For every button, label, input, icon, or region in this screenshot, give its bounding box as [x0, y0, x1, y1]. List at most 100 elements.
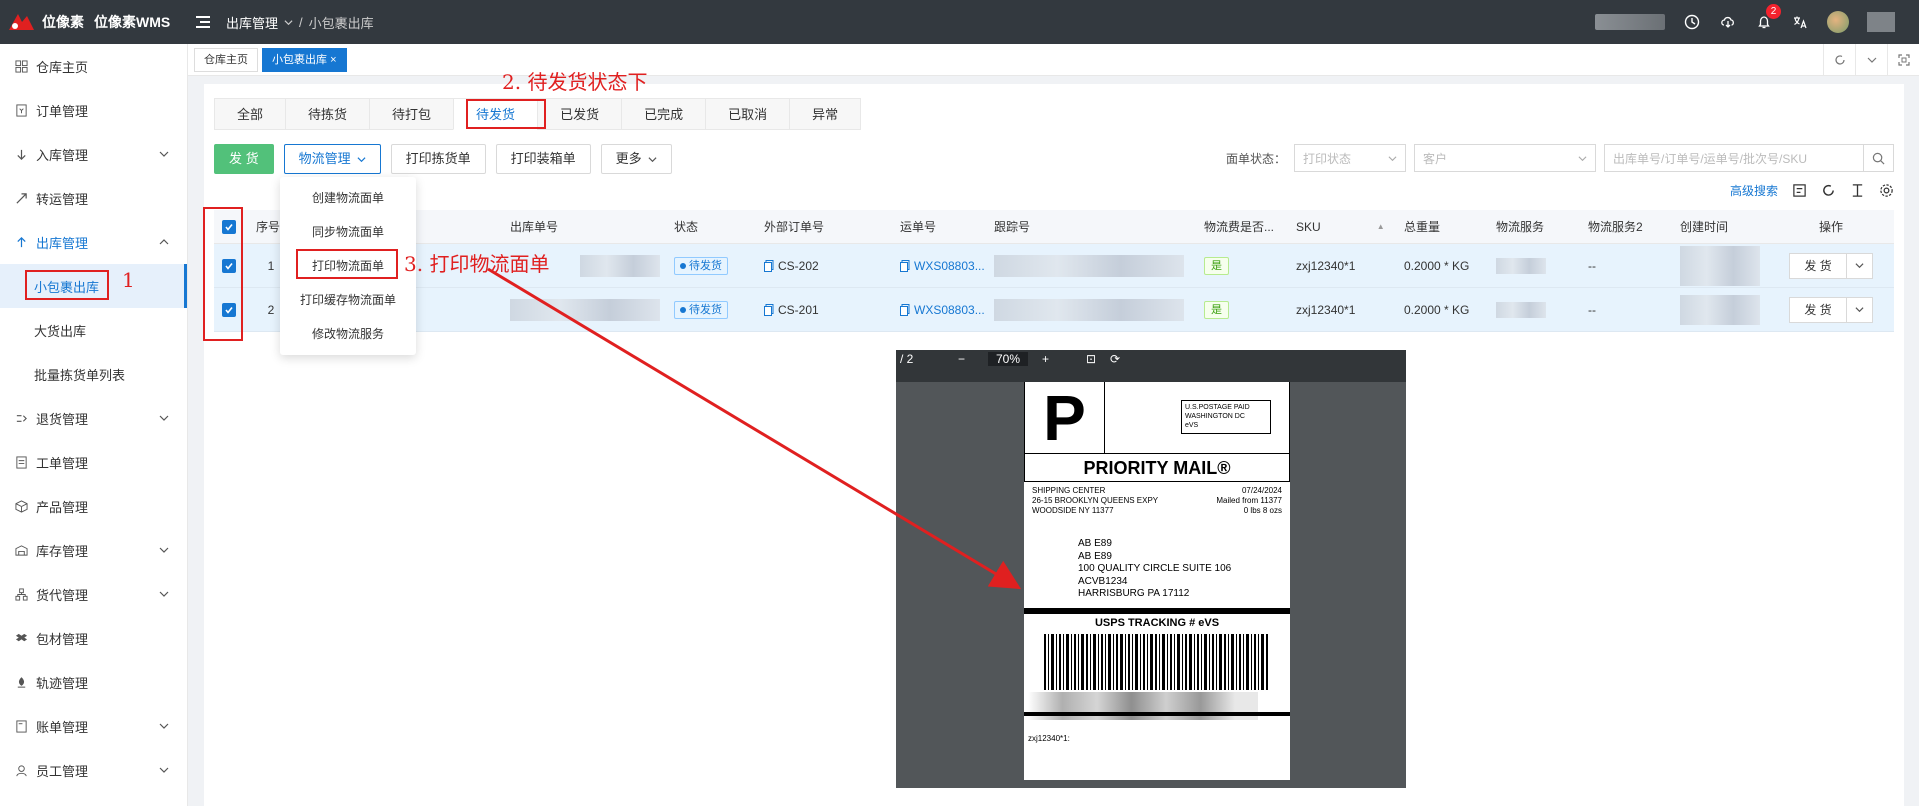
row-ship-button[interactable]: 发 货 [1789, 296, 1847, 323]
row-external-no-text: CS-201 [778, 302, 819, 317]
sidebar-item-transfer[interactable]: 转运管理 [0, 176, 187, 220]
rotate-icon[interactable]: ⟳ [1110, 352, 1120, 366]
sidebar-item-inventory[interactable]: 库存管理 [0, 528, 187, 572]
row-outbound-no[interactable] [502, 288, 666, 331]
print-packing-list-button[interactable]: 打印装箱单 [495, 144, 591, 174]
sidebar-item-products[interactable]: 产品管理 [0, 484, 187, 528]
sidebar-item-packaging[interactable]: 包材管理 [0, 616, 187, 660]
row-external-no: CS-202 [756, 244, 892, 287]
sidebar-item-outbound[interactable]: 出库管理 [0, 220, 187, 264]
logo[interactable]: 位像素 位像素WMS [0, 10, 190, 34]
advanced-search-link[interactable]: 高级搜索 [1730, 182, 1778, 199]
tab-to-pack[interactable]: 待打包 [369, 98, 454, 130]
zoom-out-icon[interactable]: − [958, 352, 965, 366]
fullscreen-icon[interactable] [1887, 44, 1919, 76]
status-badge: 待发货 [674, 300, 728, 319]
sidebar-item-returns[interactable]: 退货管理 [0, 396, 187, 440]
table-row[interactable]: 2 待发货 CS-201 WXS08803... 是 zxj12340*1 0.… [214, 288, 1894, 332]
user-name[interactable] [1867, 12, 1895, 32]
breadcrumb: 出库管理 / 小包裹出库 [226, 13, 374, 32]
chevron-down-icon [159, 591, 169, 597]
menu-item-modify-service[interactable]: 修改物流服务 [280, 317, 416, 351]
sidebar-item-bills[interactable]: 账单管理 [0, 704, 187, 748]
sidebar-item-tickets[interactable]: 工单管理 [0, 440, 187, 484]
search-input[interactable]: 出库单号/订单号/运单号/批次号/SKU [1604, 144, 1894, 172]
label-to-line: HARRISBURG PA 17112 [1078, 588, 1190, 599]
row-tracking[interactable] [986, 288, 1196, 331]
sidebar-item-batch-pick-list[interactable]: 批量拣货单列表 [0, 352, 187, 396]
bell-icon[interactable]: 2 [1755, 4, 1781, 31]
close-icon[interactable]: × [330, 54, 336, 66]
sidebar-item-bulk-outbound[interactable]: 大货出库 [0, 308, 187, 352]
gear-icon[interactable] [1879, 183, 1894, 198]
chevron-down-icon [159, 151, 169, 157]
row-tracking[interactable] [986, 244, 1196, 287]
menu-collapse-icon[interactable] [196, 15, 214, 29]
select-placeholder: 打印状态 [1303, 151, 1352, 166]
translate-icon[interactable] [1791, 13, 1809, 31]
annotation-box-checkboxes [203, 207, 243, 341]
tab-exception[interactable]: 异常 [789, 98, 862, 130]
more-button[interactable]: 更多 [600, 144, 672, 174]
tab-all[interactable]: 全部 [214, 98, 286, 130]
tab-small-parcel-outbound[interactable]: 小包裹出库 × [262, 47, 347, 72]
avatar[interactable] [1827, 11, 1849, 33]
zoom-level[interactable]: 70% [988, 352, 1029, 366]
row-waybill-link[interactable]: WXS08803... [914, 259, 985, 273]
column-height-icon[interactable] [1850, 183, 1865, 198]
chevron-down-icon[interactable] [1855, 44, 1887, 76]
filter-panel-icon[interactable] [1792, 183, 1807, 198]
tab-to-pick[interactable]: 待拣货 [285, 98, 370, 130]
chevron-down-icon [1388, 155, 1397, 161]
print-pick-list-button[interactable]: 打印拣货单 [390, 144, 486, 174]
tab-completed[interactable]: 已完成 [621, 98, 706, 130]
tab-warehouse-home[interactable]: 仓库主页 [194, 47, 258, 72]
refresh-icon[interactable] [1823, 44, 1855, 76]
sidebar-item-staff[interactable]: 员工管理 [0, 748, 187, 792]
status-badge-label: 待发货 [689, 259, 722, 272]
row-waybill[interactable]: WXS08803... [892, 288, 986, 331]
copy-icon[interactable] [900, 259, 910, 272]
zoom-in-icon[interactable]: + [1042, 352, 1049, 366]
barcode [1044, 634, 1268, 690]
tab-cancelled[interactable]: 已取消 [705, 98, 790, 130]
fit-page-icon[interactable]: ⊡ [1086, 352, 1096, 366]
sidebar-item-tracking[interactable]: 轨迹管理 [0, 660, 187, 704]
row-more-dropdown[interactable] [1846, 252, 1873, 279]
search-icon[interactable] [1863, 145, 1893, 171]
logistics-management-button[interactable]: 物流管理 [283, 144, 381, 174]
refresh-icon[interactable] [1821, 183, 1836, 198]
sidebar-item-home[interactable]: 仓库主页 [0, 44, 187, 88]
sidebar-item-label: 库存管理 [36, 543, 89, 559]
sidebar-item-inbound[interactable]: 入库管理 [0, 132, 187, 176]
row-waybill-link[interactable]: WXS08803... [914, 303, 985, 317]
notification-badge: 2 [1766, 4, 1781, 19]
annotation-box-tab [466, 99, 546, 129]
sidebar-item-label: 产品管理 [36, 499, 89, 515]
row-waybill[interactable]: WXS08803... [892, 244, 986, 287]
copy-icon[interactable] [764, 303, 774, 316]
col-created: 创建时间 [1680, 220, 1729, 234]
cloud-download-icon[interactable] [1719, 13, 1737, 31]
menu-item-print-cached-label[interactable]: 打印缓存物流面单 [280, 283, 416, 317]
clock-icon[interactable] [1683, 13, 1701, 31]
copy-icon[interactable] [764, 259, 774, 272]
return-icon [14, 411, 28, 425]
row-ship-button[interactable]: 发 货 [1789, 252, 1847, 279]
sidebar-item-forwarder[interactable]: 货代管理 [0, 572, 187, 616]
print-status-select[interactable]: 打印状态 [1294, 144, 1406, 172]
row-more-dropdown[interactable] [1846, 296, 1873, 323]
sidebar-item-orders[interactable]: 订单管理 [0, 88, 187, 132]
label-to-line: 100 QUALITY CIRCLE SUITE 106 [1078, 563, 1232, 574]
breadcrumb-parent[interactable]: 出库管理 [226, 13, 278, 32]
customer-select[interactable]: 客户 [1414, 144, 1596, 172]
copy-icon[interactable] [900, 303, 910, 316]
sort-icon[interactable]: ▲ [1377, 222, 1385, 231]
sidebar-item-label: 货代管理 [36, 587, 89, 603]
menu-item-create-label[interactable]: 创建物流面单 [280, 181, 416, 215]
label-postage-line: eVS [1185, 422, 1199, 429]
warehouse-selector[interactable] [1595, 14, 1665, 30]
menu-item-sync-label[interactable]: 同步物流面单 [280, 215, 416, 249]
tab-shipped[interactable]: 已发货 [537, 98, 622, 130]
ship-button[interactable]: 发 货 [214, 144, 274, 174]
